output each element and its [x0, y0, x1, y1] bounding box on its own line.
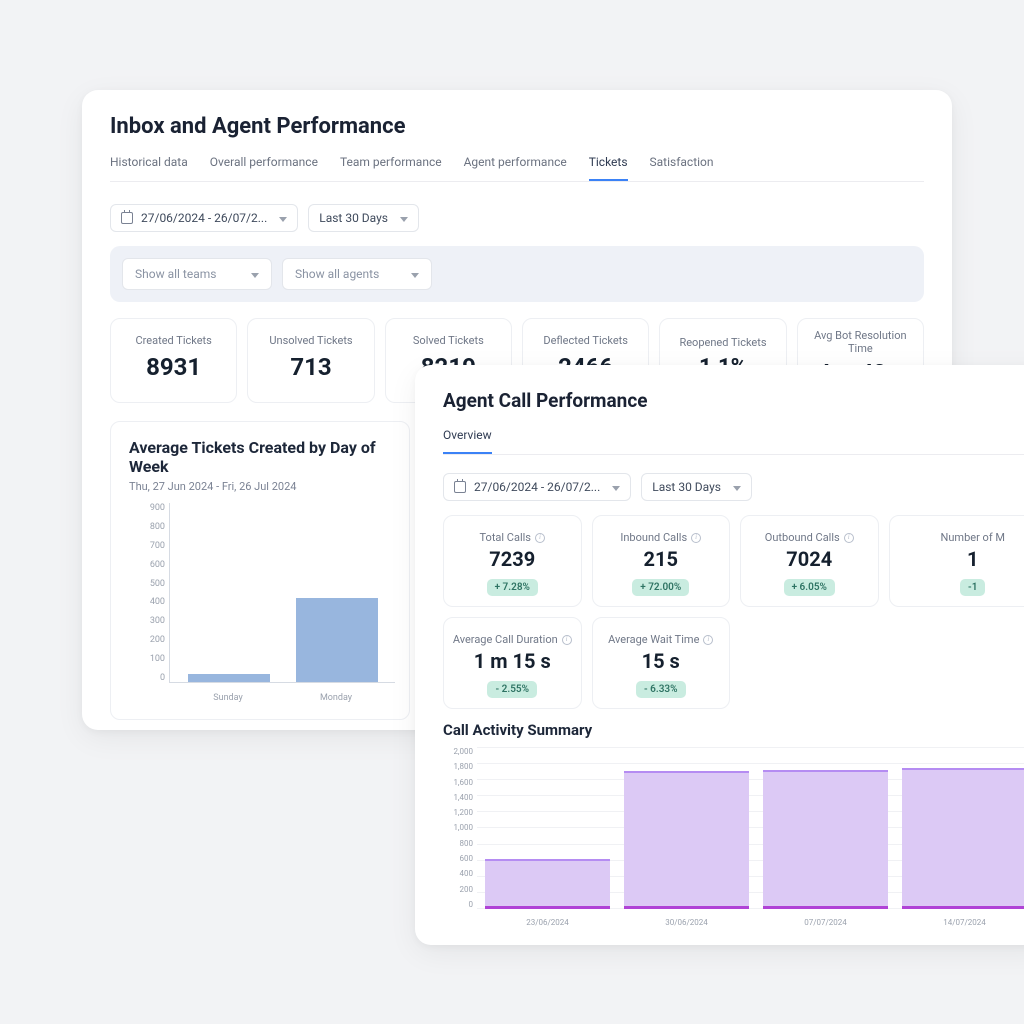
calendar-icon: [121, 212, 133, 224]
info-icon[interactable]: [691, 533, 701, 543]
kpi-avg-call-duration: Average Call Duration 1 m 15 s - 2.55%: [443, 617, 582, 709]
teams-filter[interactable]: Show all teams: [122, 258, 272, 290]
delta-badge: - 2.55%: [487, 681, 537, 698]
kpi-outbound-calls: Outbound Calls 7024 + 6.05%: [740, 515, 879, 607]
date-range-picker[interactable]: 27/06/2024 - 26/07/2...: [443, 473, 631, 501]
tabs-bar: Historical data Overall performance Team…: [110, 147, 924, 182]
info-icon[interactable]: [535, 533, 545, 543]
call-activity-chart: 2,000 1,800 1,600 1,400 1,200 1,000 800 …: [443, 747, 1024, 927]
chart-subtitle: Thu, 27 Jun 2024 - Fri, 26 Jul 2024: [129, 480, 391, 493]
date-range-text: 27/06/2024 - 26/07/2...: [141, 211, 267, 225]
bar: [485, 859, 610, 909]
y-axis: 2,000 1,800 1,600 1,400 1,200 1,000 800 …: [443, 747, 473, 909]
tab-satisfaction[interactable]: Satisfaction: [650, 147, 714, 181]
info-icon[interactable]: [562, 635, 572, 645]
tab-agent-performance[interactable]: Agent performance: [464, 147, 567, 181]
metric-created-tickets: Created Tickets 8931: [110, 318, 237, 403]
bar: [902, 768, 1024, 909]
chevron-down-icon: [608, 480, 620, 494]
avg-tickets-bar-chart: 900 800 700 600 500 400 300 200 100 0 Su…: [135, 503, 395, 703]
chart-plot-area: [169, 503, 395, 683]
calendar-icon: [454, 481, 466, 493]
chevron-down-icon: [407, 267, 419, 281]
bar: [296, 598, 378, 682]
agents-filter-label: Show all agents: [295, 267, 379, 281]
info-icon[interactable]: [844, 533, 854, 543]
date-range-picker[interactable]: 27/06/2024 - 26/07/2...: [110, 204, 298, 232]
page-title: Agent Call Performance: [443, 389, 1024, 412]
x-axis: 23/06/2024 30/06/2024 07/07/2024 14/07/2…: [477, 918, 1024, 927]
x-axis: Sunday Monday: [169, 693, 395, 703]
agent-call-performance-panel: Agent Call Performance Overview 27/06/20…: [415, 365, 1024, 945]
kpi-avg-wait-time: Average Wait Time 15 s - 6.33%: [592, 617, 731, 709]
chevron-down-icon: [729, 480, 741, 494]
delta-badge: - 6.33%: [636, 681, 686, 698]
filter-bar: Show all teams Show all agents: [110, 246, 924, 302]
bar: [763, 770, 888, 909]
bar: [188, 674, 270, 682]
y-axis: 900 800 700 600 500 400 300 200 100 0: [135, 503, 165, 683]
kpi-number-of: Number of M 1 -1: [889, 515, 1024, 607]
delta-badge: + 72.00%: [632, 579, 689, 596]
delta-badge: -1: [960, 579, 985, 596]
quick-range-text: Last 30 Days: [319, 211, 388, 225]
metric-unsolved-tickets: Unsolved Tickets 713: [247, 318, 374, 403]
kpi-row-2: Average Call Duration 1 m 15 s - 2.55% A…: [443, 617, 1024, 709]
tab-team-performance[interactable]: Team performance: [340, 147, 442, 181]
date-range-text: 27/06/2024 - 26/07/2...: [474, 480, 600, 494]
tab-tickets[interactable]: Tickets: [589, 147, 628, 181]
quick-range-picker[interactable]: Last 30 Days: [308, 204, 419, 232]
chart-title: Call Activity Summary: [443, 721, 1024, 739]
kpi-inbound-calls: Inbound Calls 215 + 72.00%: [592, 515, 731, 607]
kpi-total-calls: Total Calls 7239 + 7.28%: [443, 515, 582, 607]
tabs-bar: Overview: [443, 420, 1024, 455]
date-controls: 27/06/2024 - 26/07/2... Last 30 Days: [443, 473, 1024, 501]
info-icon[interactable]: [703, 635, 713, 645]
delta-badge: + 6.05%: [784, 579, 835, 596]
chart-title: Average Tickets Created by Day of Week: [129, 438, 391, 476]
page-title: Inbox and Agent Performance: [110, 114, 924, 139]
chevron-down-icon: [247, 267, 259, 281]
agents-filter[interactable]: Show all agents: [282, 258, 432, 290]
chevron-down-icon: [396, 211, 408, 225]
tab-overall-performance[interactable]: Overall performance: [210, 147, 318, 181]
chart-plot-area: [477, 747, 1024, 909]
teams-filter-label: Show all teams: [135, 267, 216, 281]
tab-historical-data[interactable]: Historical data: [110, 147, 188, 181]
delta-badge: + 7.28%: [487, 579, 538, 596]
avg-tickets-by-day-card: Average Tickets Created by Day of Week T…: [110, 421, 410, 720]
date-controls: 27/06/2024 - 26/07/2... Last 30 Days: [110, 204, 924, 232]
kpi-row-1: Total Calls 7239 + 7.28% Inbound Calls 2…: [443, 515, 1024, 607]
quick-range-text: Last 30 Days: [652, 480, 721, 494]
chevron-down-icon: [275, 211, 287, 225]
tab-overview[interactable]: Overview: [443, 420, 492, 454]
bar: [624, 771, 749, 909]
quick-range-picker[interactable]: Last 30 Days: [641, 473, 752, 501]
